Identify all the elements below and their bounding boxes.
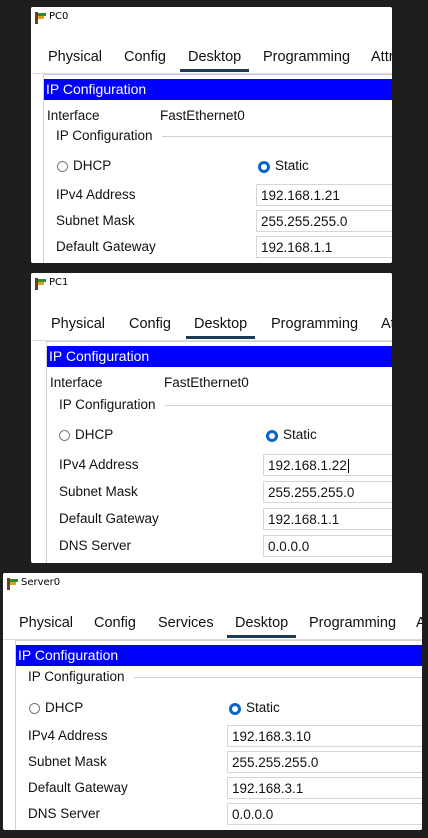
group-border <box>134 677 422 678</box>
tab-services[interactable]: Services <box>158 615 214 631</box>
default-gateway-field[interactable]: 192.168.1.1 <box>256 236 392 258</box>
tab-bar: Physical Config Desktop Programming Attr <box>33 45 392 74</box>
tab-physical[interactable]: Physical <box>51 316 105 332</box>
tab-bar: Physical Config Desktop Programming At <box>33 312 392 341</box>
default-gateway-label: Default Gateway <box>56 239 156 254</box>
group-border <box>162 136 392 137</box>
packet-tracer-icon <box>7 578 18 590</box>
tab-programming[interactable]: Programming <box>263 49 350 65</box>
interface-label: Interface <box>50 375 103 390</box>
default-gateway-field[interactable]: 192.168.3.1 <box>227 777 422 799</box>
dns-server-field[interactable]: 0.0.0.0 <box>263 535 392 557</box>
dhcp-radio[interactable] <box>29 703 40 714</box>
dns-server-label: DNS Server <box>59 538 132 553</box>
default-gateway-field[interactable]: 192.168.1.1 <box>263 508 392 530</box>
ipv4-address-field[interactable]: 192.168.1.21 <box>256 184 392 206</box>
tab-physical[interactable]: Physical <box>48 49 102 65</box>
ip-configuration-header: IP Configuration <box>44 79 392 100</box>
server0-window: Server0 Physical Config Services Desktop… <box>3 573 422 830</box>
tab-bar: Physical Config Services Desktop Program… <box>3 611 422 640</box>
static-radio[interactable] <box>258 161 270 173</box>
dns-server-label: DNS Server <box>28 806 101 821</box>
tab-physical[interactable]: Physical <box>19 615 73 631</box>
tab-attributes[interactable]: At <box>381 316 392 332</box>
tab-desktop[interactable]: Desktop <box>185 316 256 339</box>
packet-tracer-icon <box>35 278 46 290</box>
window-title: PC0 <box>49 11 69 22</box>
interface-value[interactable]: FastEthernet0 <box>164 375 249 390</box>
ipv4-address-value: 192.168.1.22 <box>268 458 347 473</box>
ipv4-address-field[interactable]: 192.168.1.22 <box>263 454 392 476</box>
ip-config-panel: IP Configuration Interface FastEthernet0… <box>43 74 392 263</box>
dhcp-radio[interactable] <box>57 161 68 172</box>
subnet-mask-label: Subnet Mask <box>56 213 135 228</box>
ip-config-group-label: IP Configuration <box>28 669 125 684</box>
tab-config[interactable]: Config <box>94 615 136 631</box>
default-gateway-label: Default Gateway <box>28 780 128 795</box>
group-border <box>165 405 392 406</box>
ip-config-group-label: IP Configuration <box>59 397 156 412</box>
title-bar: Server0 <box>3 573 422 595</box>
text-caret <box>347 459 349 474</box>
static-label[interactable]: Static <box>275 158 309 173</box>
tab-config[interactable]: Config <box>124 49 166 65</box>
ip-configuration-header: IP Configuration <box>47 346 392 367</box>
interface-label: Interface <box>47 108 100 123</box>
pc1-window: PC1 Physical Config Desktop Programming … <box>31 273 392 563</box>
static-radio[interactable] <box>266 430 278 442</box>
title-bar: PC0 <box>31 7 392 29</box>
dhcp-label[interactable]: DHCP <box>75 427 113 442</box>
packet-tracer-icon <box>35 12 46 24</box>
tab-programming[interactable]: Programming <box>309 615 396 631</box>
dhcp-label[interactable]: DHCP <box>73 158 111 173</box>
ip-config-panel: IP Configuration Interface FastEthernet0… <box>46 341 392 563</box>
tab-desktop[interactable]: Desktop <box>179 49 250 72</box>
window-title: Server0 <box>21 577 61 588</box>
tab-programming[interactable]: Programming <box>271 316 358 332</box>
tab-attributes[interactable]: A <box>416 615 422 631</box>
ip-config-panel: IP Configuration IP Configuration DHCP S… <box>15 640 422 830</box>
subnet-mask-field[interactable]: 255.255.255.0 <box>227 751 422 773</box>
tab-desktop[interactable]: Desktop <box>226 615 297 638</box>
dns-server-field[interactable]: 0.0.0.0 <box>227 803 422 825</box>
static-label[interactable]: Static <box>246 700 280 715</box>
ip-config-group-label: IP Configuration <box>56 128 153 143</box>
subnet-mask-label: Subnet Mask <box>28 754 107 769</box>
default-gateway-label: Default Gateway <box>59 511 159 526</box>
tab-config[interactable]: Config <box>129 316 171 332</box>
ipv4-address-field[interactable]: 192.168.3.10 <box>227 725 422 747</box>
dhcp-radio[interactable] <box>59 430 70 441</box>
static-label[interactable]: Static <box>283 427 317 442</box>
window-title: PC1 <box>49 277 69 288</box>
ipv4-address-label: IPv4 Address <box>59 457 139 472</box>
ip-configuration-header: IP Configuration <box>16 645 422 666</box>
tab-attributes[interactable]: Attr <box>371 49 392 65</box>
subnet-mask-field[interactable]: 255.255.255.0 <box>256 210 392 232</box>
ipv4-address-label: IPv4 Address <box>28 728 108 743</box>
interface-value[interactable]: FastEthernet0 <box>160 108 245 123</box>
dhcp-label[interactable]: DHCP <box>45 700 83 715</box>
title-bar: PC1 <box>31 273 392 295</box>
subnet-mask-label: Subnet Mask <box>59 484 138 499</box>
pc0-window: PC0 Physical Config Desktop Programming … <box>31 7 392 263</box>
subnet-mask-field[interactable]: 255.255.255.0 <box>263 481 392 503</box>
static-radio[interactable] <box>229 703 241 715</box>
ipv4-address-label: IPv4 Address <box>56 187 136 202</box>
